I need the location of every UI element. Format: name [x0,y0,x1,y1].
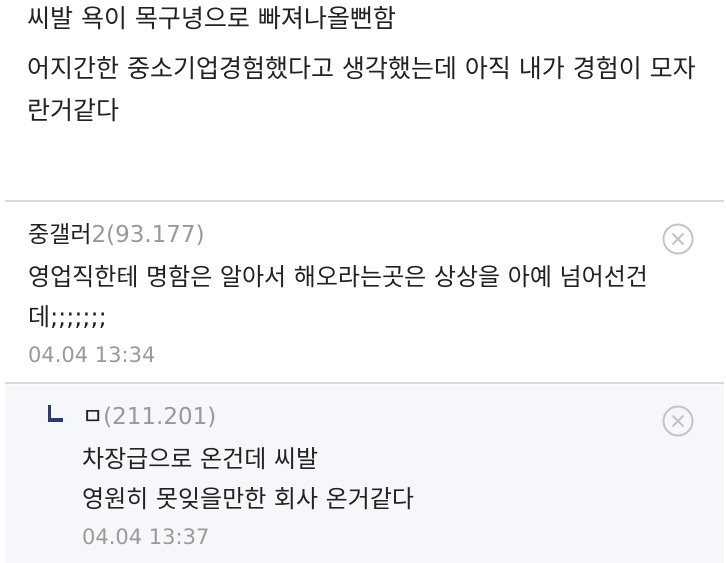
post-body-text: 어지간한 중소기업경험했다고 생각했는데 아직 내가 경험이 모자란거같다 [27,54,696,125]
comment-header: 중갤러2(93.177) [28,219,205,251]
comment-item: 중갤러2(93.177) 영업직한테 명함은 알아서 해오라는곳은 상상을 아예… [5,203,724,383]
reply-arrow-icon [48,405,63,422]
delete-comment-button[interactable] [662,223,694,255]
reply-nickname[interactable]: ㅁ [82,404,103,430]
comment-date: 04.04 13:34 [28,343,156,367]
comment-ip: 2(93.177) [91,222,205,248]
reply-date: 04.04 13:37 [82,525,210,549]
close-circle-icon [662,223,694,255]
post-title-line: 씨발 욕이 목구녕으로 빠져나올뻔함 [27,4,396,33]
reply-text-line: 차장급으로 온건데 씨발 [82,445,319,473]
reply-divider [5,382,724,384]
delete-reply-button[interactable] [662,405,694,437]
reply-ip: (211.201) [103,404,217,430]
reply-header: ㅁ(211.201) [82,401,216,433]
comments-divider [5,200,724,202]
comment-text: 영업직한테 명함은 알아서 해오라는곳은 상상을 아예 넘어선건데;;;;;;; [28,263,648,331]
comment-nickname[interactable]: 중갤러 [28,222,91,248]
post-content: 씨발 욕이 목구녕으로 빠져나올뻔함 어지간한 중소기업경험했다고 생각했는데 … [27,0,707,132]
reply-text-line: 영원히 못잊을만한 회사 온거같다 [82,485,415,513]
close-circle-icon [662,405,694,437]
reply-comment-item: ㅁ(211.201) 차장급으로 온건데 씨발 영원히 못잊을만한 회사 온거같… [5,385,724,563]
